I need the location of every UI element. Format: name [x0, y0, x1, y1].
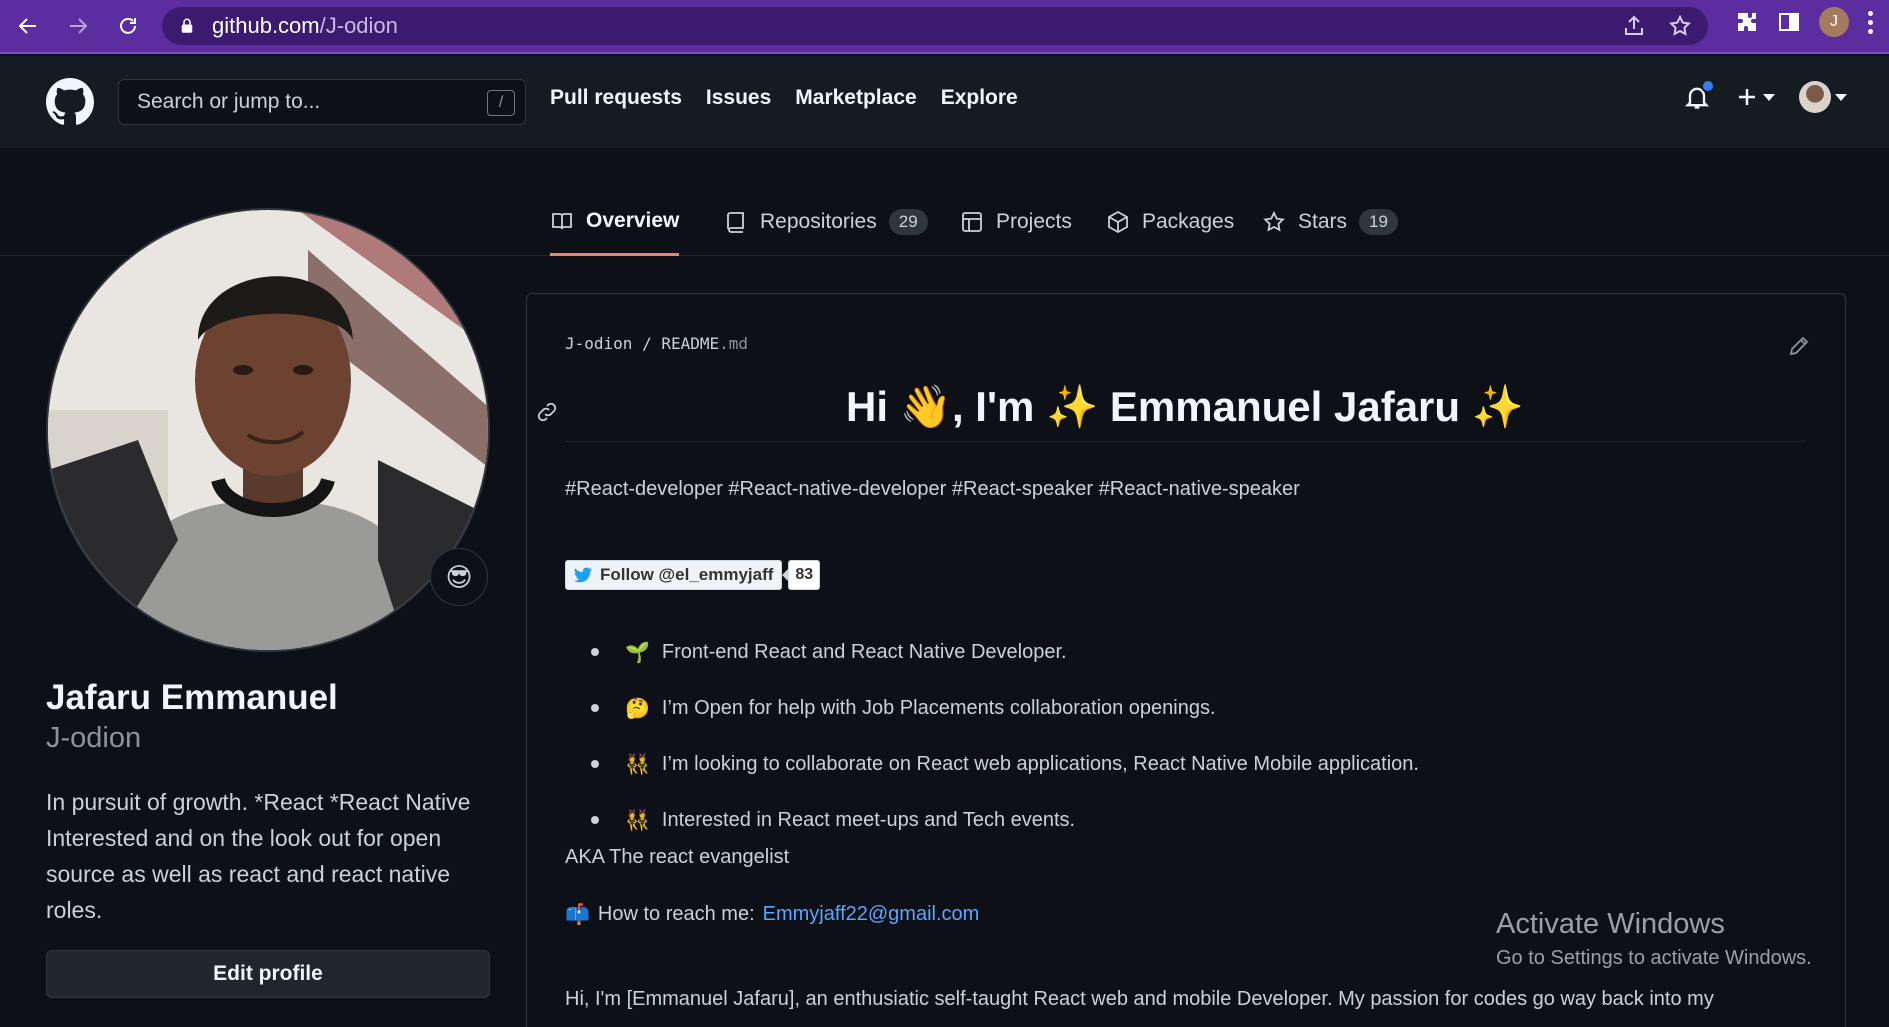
tab-stars[interactable]: Stars 19 [1262, 188, 1398, 256]
readme-bullet-list: 🌱 Front-end React and React Native Develo… [591, 624, 1419, 848]
tab-label: Repositories [760, 210, 877, 233]
chevron-down-icon [1835, 93, 1847, 101]
profile-bio: In pursuit of growth. *React *React Nati… [46, 789, 471, 923]
tab-label: Projects [996, 210, 1072, 233]
profile-name: Jafaru Emmanuel [46, 678, 338, 717]
people-icon: 👯 [625, 753, 650, 776]
stars-count-badge: 19 [1359, 209, 1398, 235]
search-placeholder: Search or jump to... [137, 90, 321, 113]
readme-file-name: README [661, 334, 720, 353]
nav-marketplace[interactable]: Marketplace [795, 86, 916, 110]
package-icon [1108, 210, 1128, 234]
readme-intro: Hi, I'm [Emmanuel Jafaru], an enthusiati… [565, 988, 1714, 1010]
nav-explore[interactable]: Explore [941, 86, 1018, 110]
windows-activation-watermark: Activate Windows Go to Settings to activ… [1496, 908, 1812, 970]
readme-owner-link[interactable]: J-odion [565, 334, 632, 353]
avatar [1799, 81, 1831, 113]
status-emoji-button[interactable]: 😎 [430, 548, 488, 606]
contact-label: How to reach me: [597, 903, 755, 925]
path-separator: / [642, 334, 652, 353]
pencil-icon[interactable] [1787, 334, 1811, 358]
notification-dot [1701, 79, 1715, 93]
readme-file-ext: .md [719, 334, 749, 353]
people-icon: 👯 [625, 809, 650, 832]
url-text: github.com/J-odion [212, 13, 398, 38]
list-item: 👯 Interested in React meet-ups and Tech e… [591, 792, 1419, 848]
thinking-face-icon: 🤔 [625, 697, 650, 720]
address-bar[interactable]: github.com/J-odion [162, 7, 1708, 45]
list-item-text: I’m looking to collaborate on React web … [661, 752, 1419, 775]
create-new-dropdown[interactable] [1735, 85, 1775, 109]
chevron-down-icon [1763, 93, 1775, 101]
back-button[interactable] [6, 4, 50, 48]
github-header: Search or jump to... / Pull requests Iss… [0, 56, 1889, 148]
tab-label: Stars [1298, 210, 1348, 233]
table-icon [962, 212, 982, 232]
star-icon [1263, 210, 1285, 232]
repositories-count-badge: 29 [888, 209, 928, 235]
tab-packages[interactable]: Packages [1106, 188, 1234, 256]
status-emoji: 😎 [445, 561, 473, 592]
readme-tags: #React-developer #React-native-developer… [565, 478, 1300, 500]
repo-icon [727, 212, 744, 233]
list-item: 🌱 Front-end React and React Native Develo… [591, 624, 1419, 680]
list-item-text: Interested in React meet-ups and Tech ev… [661, 808, 1076, 831]
twitter-bird-icon [573, 567, 593, 583]
mailbox-icon: 📫 [565, 904, 590, 926]
profile-photo [48, 210, 488, 650]
user-menu-dropdown[interactable] [1799, 81, 1847, 113]
list-item: 👯 I’m looking to collaborate on React web… [591, 736, 1419, 792]
list-item: 🤔 I’m Open for help with Job Placements c… [591, 680, 1419, 736]
readme-aka: AKA The react evangelist [565, 846, 790, 868]
browser-toolbar: github.com/J-odion J [0, 0, 1889, 54]
browser-menu-icon[interactable] [1867, 10, 1873, 34]
github-logo-icon[interactable] [46, 78, 94, 126]
arrow-right-icon [70, 18, 88, 34]
notifications-button[interactable] [1683, 79, 1715, 113]
link-icon[interactable] [535, 400, 559, 424]
list-item-text: I’m Open for help with Job Placements co… [661, 696, 1216, 719]
tab-projects[interactable]: Projects [960, 188, 1072, 256]
seedling-icon: 🌱 [625, 641, 650, 664]
reload-button[interactable] [106, 4, 150, 48]
twitter-follow-label: Follow @el_emmyjaff [600, 565, 774, 584]
list-item-text: Front-end React and React Native Develop… [661, 640, 1067, 663]
plus-icon [1739, 89, 1755, 105]
search-input[interactable]: Search or jump to... / [118, 79, 526, 125]
lock-icon [181, 18, 193, 33]
search-shortcut-key: / [487, 90, 515, 116]
tab-label: Overview [586, 208, 680, 232]
share-icon[interactable] [1622, 14, 1646, 38]
reload-icon [120, 17, 136, 34]
profile-avatar[interactable] [46, 208, 490, 652]
profile-login: J-odion [46, 722, 142, 754]
watermark-subtitle: Go to Settings to activate Windows. [1496, 947, 1812, 969]
header-nav: Pull requests Issues Marketplace Explore [550, 86, 1018, 110]
nav-pull-requests[interactable]: Pull requests [550, 86, 682, 110]
tab-label: Packages [1142, 210, 1235, 233]
extensions-icon[interactable] [1735, 10, 1759, 34]
browser-profile-avatar[interactable]: J [1819, 7, 1849, 37]
twitter-follow-badge[interactable]: Follow @el_emmyjaff 83 [565, 560, 821, 590]
side-panel-icon[interactable] [1777, 10, 1801, 34]
star-bookmark-icon[interactable] [1668, 14, 1692, 38]
readme-contact: 📫 How to reach me: Emmyjaff22@gmail.com [565, 902, 979, 927]
twitter-follower-count[interactable]: 83 [782, 560, 821, 590]
readme-heading: Hi 👋, I'm ✨ Emmanuel Jafaru ✨ [565, 372, 1805, 442]
book-icon [552, 212, 572, 229]
nav-issues[interactable]: Issues [706, 86, 771, 110]
arrow-left-icon [18, 18, 36, 34]
readme-path: J-odion / README.md [565, 334, 748, 353]
tab-overview[interactable]: Overview [550, 188, 680, 256]
tab-repositories[interactable]: Repositories 29 [724, 188, 928, 256]
watermark-title: Activate Windows [1496, 908, 1725, 940]
edit-profile-button[interactable]: Edit profile [46, 950, 490, 998]
twitter-follow-button[interactable]: Follow @el_emmyjaff [565, 560, 783, 590]
email-link[interactable]: Emmyjaff22@gmail.com [763, 903, 980, 926]
forward-button[interactable] [56, 4, 100, 48]
